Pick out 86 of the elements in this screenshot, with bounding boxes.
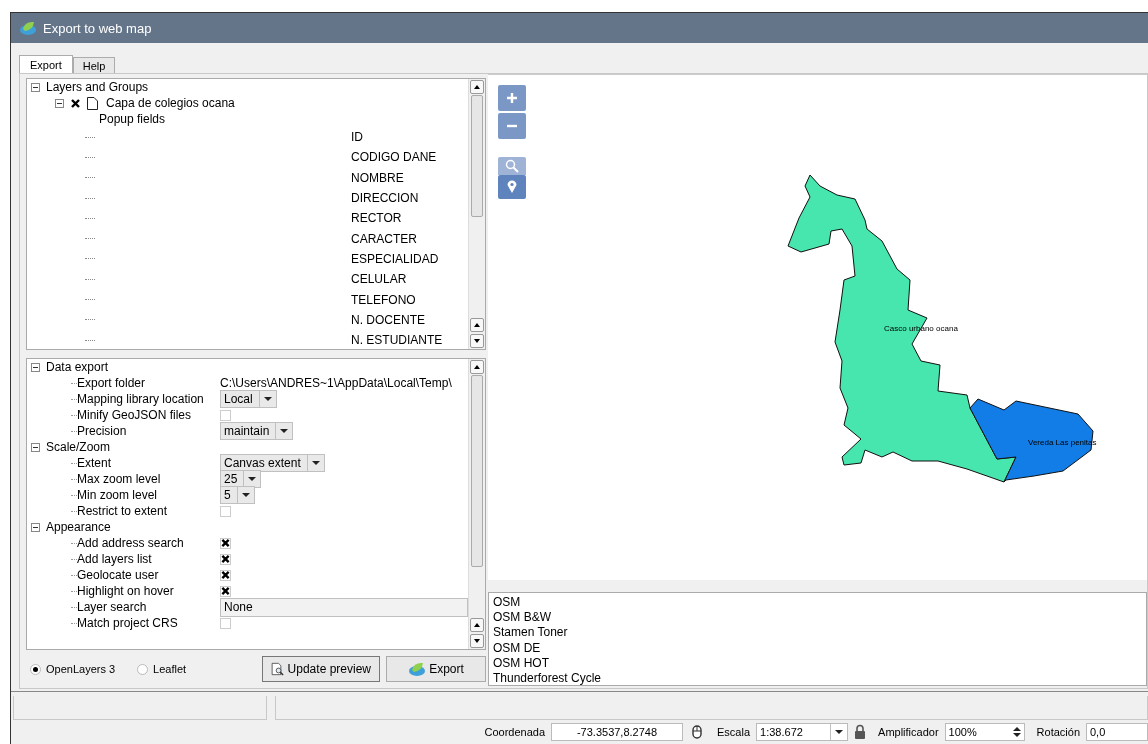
dropdown[interactable]: None bbox=[220, 597, 468, 617]
magnifier-field[interactable]: 100% bbox=[944, 723, 1025, 741]
setting-label: Add address search bbox=[77, 536, 185, 550]
popup-field-label: TELEFONO bbox=[351, 292, 416, 307]
checkbox[interactable] bbox=[70, 97, 81, 109]
radio-button[interactable] bbox=[30, 663, 41, 675]
basemap-item[interactable]: Stamen Toner bbox=[493, 625, 1142, 641]
setting-label: Match project CRS bbox=[77, 616, 179, 630]
popup-field-label: RECTOR bbox=[351, 211, 402, 226]
setting-label: Geolocate user bbox=[77, 568, 160, 582]
basemap-item[interactable]: OSM bbox=[493, 595, 1142, 611]
coordinate-field[interactable]: -73.3537,8.2748 bbox=[551, 723, 683, 741]
dropdown[interactable]: 5 bbox=[220, 486, 255, 504]
basemap-item[interactable]: OSM DE bbox=[493, 640, 1142, 656]
tree-item[interactable]: Layers and Groups bbox=[46, 80, 149, 94]
plus-icon bbox=[506, 92, 518, 104]
lock-icon[interactable] bbox=[854, 724, 867, 740]
status-label: Escala bbox=[717, 726, 751, 738]
export-button[interactable]: Export bbox=[386, 656, 486, 682]
checkbox[interactable] bbox=[220, 537, 231, 549]
setting-label: Minify GeoJSON files bbox=[77, 408, 193, 422]
region-label: Casco urbano ocana bbox=[884, 324, 958, 333]
tab[interactable]: Export bbox=[19, 55, 73, 73]
collapse-toggle-icon[interactable] bbox=[55, 98, 64, 108]
rotation-field[interactable]: 0,0 bbox=[1086, 723, 1148, 741]
location-pin-icon bbox=[506, 180, 518, 194]
scrollbar[interactable] bbox=[468, 79, 485, 349]
status-label: Amplificador bbox=[878, 726, 939, 738]
setting-label: Layer search bbox=[77, 600, 148, 614]
section-title: Appearance bbox=[46, 520, 111, 534]
document-icon bbox=[87, 96, 98, 110]
dropdown[interactable]: Canvas extent bbox=[220, 454, 325, 472]
popup-field-label: ESPECIALIDAD bbox=[351, 251, 439, 266]
status-label: Coordenada bbox=[484, 726, 545, 738]
radio-label[interactable]: OpenLayers 3 bbox=[46, 663, 116, 675]
tab[interactable]: Help bbox=[72, 57, 116, 73]
popup-field-label: CARACTER bbox=[351, 231, 417, 246]
setting-label: Mapping library location bbox=[77, 392, 205, 406]
popup-field-label: ID bbox=[351, 130, 363, 145]
popup-field-label: N. ESTUDIANTE bbox=[351, 333, 443, 348]
collapse-toggle-icon[interactable] bbox=[31, 82, 40, 92]
setting-label: Restrict to extent bbox=[77, 504, 169, 518]
basemap-item[interactable]: OSM B&W bbox=[493, 610, 1142, 626]
popup-field-label: NOMBRE bbox=[351, 170, 404, 185]
leaf-icon bbox=[19, 20, 37, 36]
collapse-toggle-icon[interactable] bbox=[31, 522, 40, 532]
dropdown[interactable]: Local bbox=[220, 390, 277, 408]
basemap-item[interactable]: OSM HOT bbox=[493, 655, 1142, 671]
status-label: Rotación bbox=[1036, 726, 1080, 738]
scrollbar[interactable] bbox=[468, 359, 485, 649]
tree-item[interactable]: Popup fields bbox=[99, 112, 166, 126]
dropdown[interactable]: maintain bbox=[220, 422, 294, 440]
zoom-in-button[interactable] bbox=[498, 85, 526, 111]
dropdown[interactable]: 25 bbox=[220, 470, 262, 488]
basemap-item[interactable]: Thunderforest Cycle bbox=[493, 671, 1142, 687]
popup-field-label: CODIGO DANE bbox=[351, 150, 437, 165]
setting-label: Max zoom level bbox=[77, 472, 162, 486]
setting-label: Precision bbox=[77, 424, 128, 438]
popup-field-label: N. DOCENTE bbox=[351, 312, 425, 327]
section-title: Data export bbox=[46, 360, 109, 374]
radio-label[interactable]: Leaflet bbox=[153, 663, 187, 675]
window-title: Export to web map bbox=[43, 20, 152, 36]
popup-field-label: CELULAR bbox=[351, 272, 407, 287]
section-title: Scale/Zoom bbox=[46, 440, 111, 454]
checkbox[interactable] bbox=[220, 553, 231, 565]
zoom-out-button[interactable] bbox=[498, 113, 526, 139]
mouse-icon[interactable] bbox=[689, 724, 705, 740]
setting-label: Extent bbox=[77, 456, 113, 470]
folder-path[interactable]: C:\Users\ANDRES~1\AppData\Local\Temp\ bbox=[220, 376, 452, 390]
geolocate-button[interactable] bbox=[498, 175, 526, 199]
checkbox[interactable] bbox=[220, 585, 231, 597]
scale-dropdown[interactable]: 1:38.672 bbox=[756, 723, 849, 741]
tree-item[interactable]: Capa de colegios ocana bbox=[106, 96, 235, 110]
collapse-toggle-icon[interactable] bbox=[31, 362, 40, 372]
setting-label: Min zoom level bbox=[77, 488, 159, 502]
search-icon bbox=[505, 159, 519, 173]
leaf-icon bbox=[408, 661, 427, 677]
magnifier-document-icon bbox=[271, 660, 285, 678]
setting-label: Highlight on hover bbox=[77, 584, 175, 598]
checkbox[interactable] bbox=[220, 569, 231, 581]
popup-field-label: DIRECCION bbox=[351, 191, 419, 206]
setting-label: Export folder bbox=[77, 376, 147, 390]
collapse-toggle-icon[interactable] bbox=[31, 442, 40, 452]
update-preview-button[interactable]: Update preview bbox=[262, 656, 380, 682]
radio-button[interactable] bbox=[137, 663, 149, 675]
setting-label: Add layers list bbox=[77, 552, 153, 566]
